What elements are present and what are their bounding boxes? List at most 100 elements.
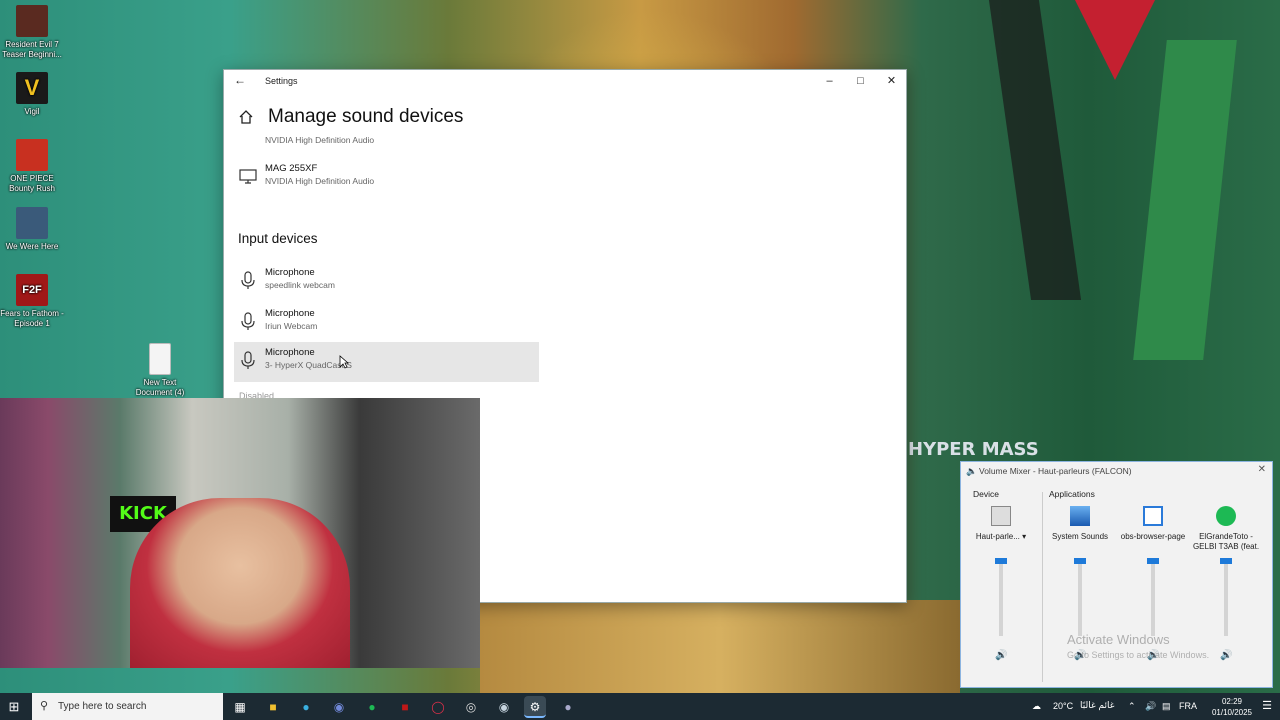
speaker-title-icon: 🔈 xyxy=(966,466,978,476)
volume-icon[interactable]: 🔊 xyxy=(1145,693,1156,720)
volume-slider-thumb[interactable] xyxy=(1220,558,1232,564)
weather-condition[interactable]: غائم غالبًا xyxy=(1080,693,1114,720)
show-hidden-icons-chevron-icon[interactable]: ⌃ xyxy=(1128,693,1136,720)
applications-section-label: Applications xyxy=(1049,489,1095,499)
window-title: Settings xyxy=(265,76,298,86)
volume-slider-thumb[interactable] xyxy=(1074,558,1086,564)
streamer-figure xyxy=(130,498,350,668)
wewerehere-game-icon xyxy=(16,207,48,239)
mute-speaker-icon[interactable]: 🔊 xyxy=(995,650,1007,661)
onepiece-game-icon xyxy=(16,139,48,171)
edge-icon[interactable]: ● xyxy=(295,696,317,718)
language-indicator[interactable]: FRA xyxy=(1179,693,1197,720)
minimize-icon[interactable]: – xyxy=(814,70,845,92)
close-icon[interactable]: ✕ xyxy=(1258,464,1266,475)
channel-name: obs-browser-page xyxy=(1120,532,1186,541)
webcam-overlay: KICK xyxy=(0,398,480,668)
close-icon[interactable]: ✕ xyxy=(876,70,907,92)
opera-gx-icon[interactable]: ◯ xyxy=(427,696,449,718)
page-header: Manage sound devices xyxy=(238,106,463,128)
network-icon[interactable]: ▤ xyxy=(1162,693,1171,720)
device-name-label: Microphone xyxy=(265,267,315,278)
input-device-item[interactable]: Microphone Iriun Webcam xyxy=(234,303,539,343)
settings-gear-icon[interactable]: ⚙ xyxy=(524,696,546,718)
taskbar-clock[interactable]: 02:29 01/10/2025 xyxy=(1212,696,1252,718)
desktop-icon-label: Fears to Fathom - Episode 1 xyxy=(0,309,64,328)
volume-slider-track[interactable] xyxy=(1224,560,1228,636)
steam-icon[interactable]: ◉ xyxy=(493,696,515,718)
microphone-icon xyxy=(241,351,255,369)
spotify-icon xyxy=(1216,506,1236,526)
f2f-game-icon: F2F xyxy=(16,274,48,306)
volume-slider-track[interactable] xyxy=(999,560,1003,636)
device-section-label: Device xyxy=(973,489,999,499)
search-placeholder: Type here to search xyxy=(58,701,147,712)
vigil-game-icon: V xyxy=(16,72,48,104)
desktop-icon-re7[interactable]: Resident Evil 7 Teaser Beginni... xyxy=(0,5,64,60)
input-device-item[interactable]: Microphone speedlink webcam xyxy=(234,262,539,302)
microphone-icon xyxy=(241,312,255,330)
weather-temp[interactable]: 20°C xyxy=(1053,693,1073,720)
maximize-icon[interactable]: □ xyxy=(845,70,876,92)
speaker-device-icon xyxy=(991,506,1011,526)
notification-center-icon[interactable]: ☰ xyxy=(1262,699,1272,712)
device-name-label: MAG 255XF xyxy=(265,163,318,174)
app-red-icon[interactable]: ■ xyxy=(394,696,416,718)
desktop-icon-label: New Text Document (4) xyxy=(135,378,185,397)
weather-icon[interactable]: ☁ xyxy=(1032,693,1041,720)
home-icon[interactable] xyxy=(238,109,254,125)
task-view-icon[interactable]: ▦ xyxy=(229,696,251,718)
wallpaper-poster-text: HYPER MASS xyxy=(908,439,1039,460)
mouse-cursor-icon xyxy=(339,355,349,369)
device-name-label: Microphone xyxy=(265,308,315,319)
system-sounds-icon xyxy=(1070,506,1090,526)
activate-windows-subtext: Go to Settings to activate Windows. xyxy=(1067,650,1210,660)
channel-name: System Sounds xyxy=(1051,532,1109,541)
clock-time: 02:29 xyxy=(1221,697,1242,706)
spotify-icon[interactable]: ● xyxy=(361,696,383,718)
back-arrow-icon[interactable]: ← xyxy=(234,73,246,87)
volume-slider-thumb[interactable] xyxy=(995,558,1007,564)
obs-icon[interactable]: ◎ xyxy=(460,696,482,718)
page-title: Manage sound devices xyxy=(268,106,464,127)
output-device-item[interactable]: MAG 255XF NVIDIA High Definition Audio xyxy=(234,158,539,198)
mixer-divider xyxy=(1042,492,1043,682)
file-explorer-icon[interactable]: ■ xyxy=(262,696,284,718)
mute-speaker-icon[interactable]: 🔊 xyxy=(1220,650,1232,661)
monitor-icon xyxy=(239,169,257,184)
re7-game-icon xyxy=(16,5,48,37)
volume-mixer-window: 🔈 Volume Mixer - Haut-parleurs (FALCON) … xyxy=(960,461,1273,688)
app-extra-icon[interactable]: ● xyxy=(557,696,579,718)
taskbar-search-box[interactable]: ⚲ Type here to search xyxy=(32,693,223,720)
device-name-label: Microphone xyxy=(265,347,315,358)
settings-titlebar: ← Settings – □ ✕ xyxy=(224,70,906,92)
desktop-icon-onepiece[interactable]: ONE PIECE Bounty Rush xyxy=(0,139,64,194)
discord-icon[interactable]: ◉ xyxy=(328,696,350,718)
wallpaper-flag-red xyxy=(1075,0,1155,80)
volume-slider-thumb[interactable] xyxy=(1147,558,1159,564)
volume-slider-track[interactable] xyxy=(1078,560,1082,636)
desktop-icon-wewerehere[interactable]: We Were Here xyxy=(0,207,64,252)
wallpaper-figure xyxy=(480,600,960,695)
desktop-icon-text-document[interactable]: New Text Document (4) xyxy=(128,343,192,398)
taskbar: ⊞ ⚲ Type here to search ▦ ■ ● ◉ ● ■ ◯ ◎ … xyxy=(0,693,1280,720)
desktop-icon-label: Vigil xyxy=(24,107,40,116)
device-driver-label: NVIDIA High Definition Audio xyxy=(265,135,375,145)
desktop-icon-label: ONE PIECE Bounty Rush xyxy=(9,174,55,193)
microphone-icon xyxy=(241,271,255,289)
volume-slider-track[interactable] xyxy=(1151,560,1155,636)
clock-date: 01/10/2025 xyxy=(1211,708,1252,717)
mixer-title: Volume Mixer - Haut-parleurs (FALCON) xyxy=(979,466,1132,476)
desktop-icon-vigil[interactable]: V Vigil xyxy=(0,72,64,117)
desktop-icon-f2f[interactable]: F2F Fears to Fathom - Episode 1 xyxy=(0,274,64,329)
device-driver-label: NVIDIA High Definition Audio xyxy=(265,176,375,186)
device-driver-label: Iriun Webcam xyxy=(265,321,318,331)
channel-name[interactable]: Haut-parle... ▾ xyxy=(965,532,1037,542)
desktop-icon-label: Resident Evil 7 Teaser Beginni... xyxy=(2,40,62,59)
input-devices-heading: Input devices xyxy=(238,231,318,246)
windows-start-icon[interactable]: ⊞ xyxy=(4,697,24,717)
desktop-icon-label: We Were Here xyxy=(5,242,59,251)
input-device-item-selected[interactable]: Microphone 3- HyperX QuadCast S xyxy=(234,342,539,382)
search-icon: ⚲ xyxy=(40,700,49,712)
output-device-item[interactable]: NVIDIA High Definition Audio xyxy=(234,127,539,149)
